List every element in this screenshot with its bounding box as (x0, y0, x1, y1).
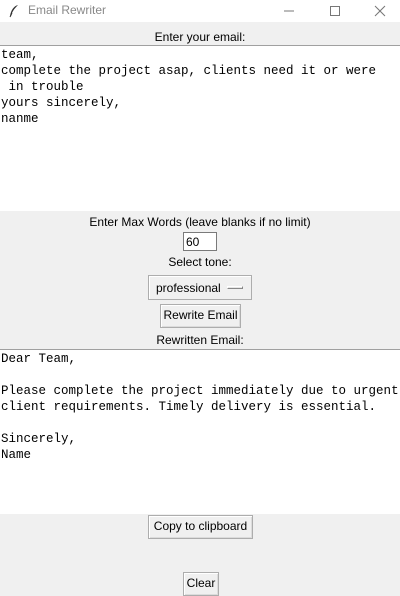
clear-button[interactable]: Clear (183, 572, 219, 596)
max-words-input[interactable]: 60 (183, 232, 217, 251)
max-words-label: Enter Max Words (leave blanks if no limi… (89, 215, 311, 229)
tone-label: Select tone: (168, 255, 232, 269)
minimize-icon (284, 10, 294, 12)
input-email-label: Enter your email: (154, 30, 246, 44)
feather-icon (9, 5, 18, 18)
window-title: Email Rewriter (28, 3, 107, 17)
maximize-icon (330, 6, 340, 16)
title-bar: Email Rewriter (0, 0, 400, 22)
rewrite-email-button[interactable]: Rewrite Email (160, 304, 241, 328)
close-icon (374, 5, 386, 17)
copy-to-clipboard-button[interactable]: Copy to clipboard (148, 515, 253, 539)
option-menu-indicator-icon (227, 286, 243, 289)
maximize-button[interactable] (312, 0, 358, 22)
input-email-textarea[interactable]: team, complete the project asap, clients… (0, 45, 400, 211)
output-email-textarea[interactable]: Dear Team, Please complete the project i… (0, 349, 400, 514)
tone-selected-value: professional (156, 281, 221, 295)
output-email-label: Rewritten Email: (156, 333, 244, 347)
minimize-button[interactable] (266, 0, 312, 22)
close-button[interactable] (357, 0, 400, 22)
tone-select[interactable]: professional (148, 275, 252, 300)
